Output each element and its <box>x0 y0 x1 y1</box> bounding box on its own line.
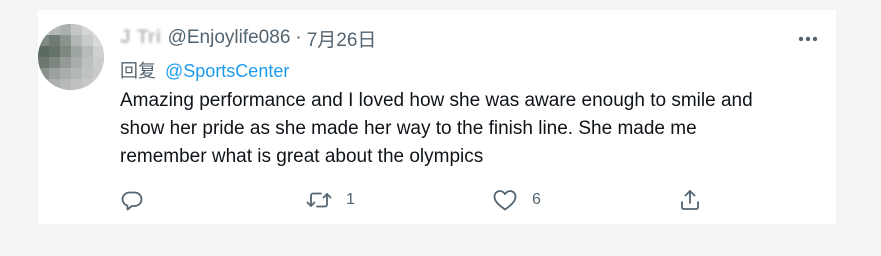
tweet-text-line: Amazing performance and I loved how she … <box>120 90 753 111</box>
like-count: 6 <box>532 191 541 208</box>
heart-outline-icon <box>492 188 518 212</box>
tweet-actions: 1 6 <box>120 186 720 214</box>
share-upload-icon <box>678 188 702 212</box>
more-options-button[interactable] <box>794 26 822 50</box>
user-handle[interactable]: @Enjoylife086 <box>168 27 291 49</box>
tweet-text-line: remember what is great about the olympic… <box>120 146 484 167</box>
reply-prefix: 回复 <box>120 61 156 81</box>
separator-dot: · <box>295 27 302 48</box>
tweet-card[interactable]: J Tri @Enjoylife086 · 7月26日 回复 @SportsCe… <box>38 10 836 224</box>
display-name[interactable]: J Tri <box>120 27 162 49</box>
reply-mention-link[interactable]: @SportsCenter <box>165 61 289 81</box>
tweet-header: J Tri @Enjoylife086 · 7月26日 <box>120 24 376 52</box>
retweet-button[interactable]: 1 <box>306 186 355 214</box>
speech-bubble-icon <box>120 188 144 212</box>
retweet-arrows-icon <box>306 188 332 212</box>
avatar[interactable] <box>38 24 104 90</box>
tweet-text: Amazing performance and I loved how she … <box>120 87 820 171</box>
more-dots-icon <box>798 29 818 47</box>
reply-button[interactable] <box>120 186 158 214</box>
retweet-count: 1 <box>346 191 355 208</box>
tweet-text-line: show her pride as she made her way to th… <box>120 118 697 139</box>
share-button[interactable] <box>678 186 702 214</box>
tweet-date[interactable]: 7月26日 <box>307 25 377 52</box>
like-button[interactable]: 6 <box>492 186 541 214</box>
replying-to: 回复 @SportsCenter <box>120 57 289 83</box>
